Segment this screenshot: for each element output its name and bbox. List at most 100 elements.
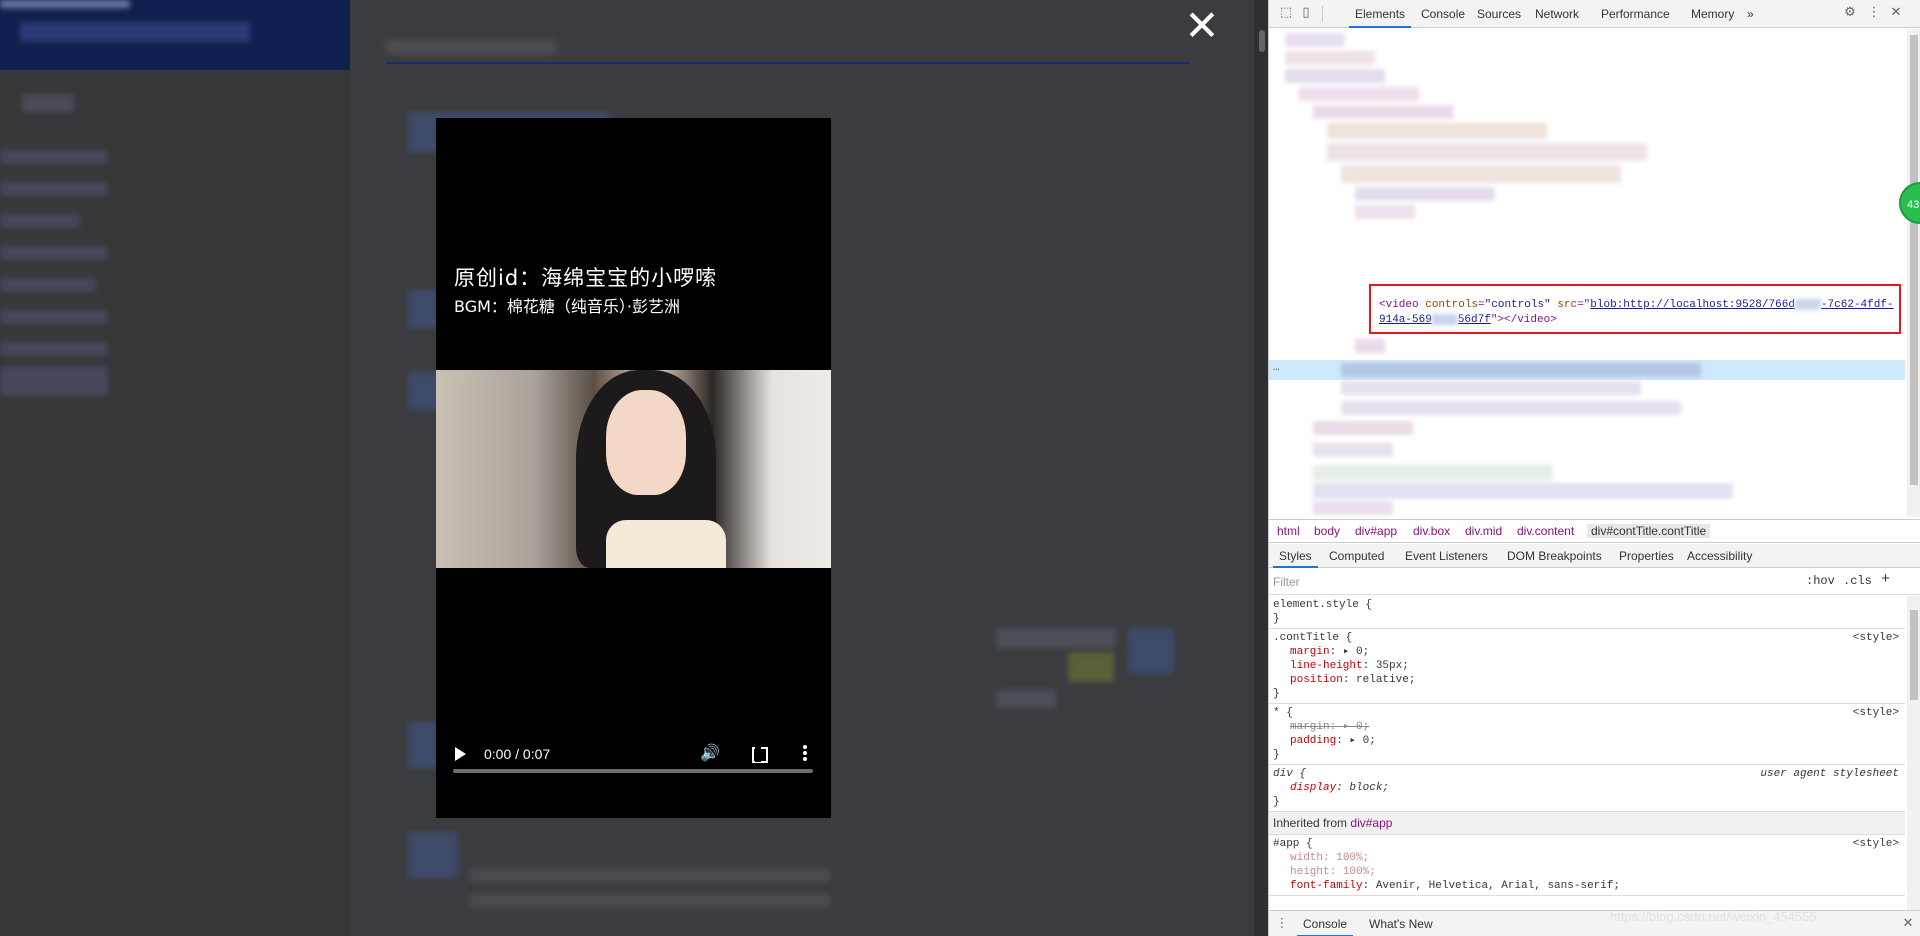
rule-source[interactable]: <style> [1853,837,1899,851]
css-property-overridden[interactable]: margin: ▸ 0; [1273,720,1905,734]
rule-source[interactable]: <style> [1853,631,1899,645]
more-tabs-icon[interactable]: » [1741,0,1760,28]
close-devtools-icon[interactable]: ✕ [1889,6,1903,20]
css-property[interactable]: margin: ▸ 0; [1273,645,1905,659]
dom-scrollbar-thumb[interactable] [1910,35,1918,485]
dom-node-blurred[interactable] [1355,187,1495,201]
tab-computed[interactable]: Computed [1323,544,1390,568]
dom-node-blurred[interactable] [1341,401,1681,415]
rule-source[interactable]: <style> [1853,706,1899,720]
dom-node-blurred[interactable] [1341,381,1641,395]
dom-node-blurred[interactable] [1327,143,1647,161]
crumb-div-content[interactable]: div.content [1517,524,1574,538]
css-property-inherited[interactable]: height: 100%; [1273,865,1905,879]
sidebar-item[interactable] [0,342,108,356]
dom-node-blurred[interactable] [1299,87,1419,101]
sidebar-item[interactable] [0,310,108,324]
dom-node-blurred[interactable] [1355,205,1415,219]
css-property-name: width [1290,852,1324,864]
dom-node-blurred[interactable] [1313,501,1393,515]
tab-styles[interactable]: Styles [1273,544,1318,568]
element-style-rule[interactable]: element.style { } [1269,596,1905,629]
page-scrollbar[interactable] [1254,0,1268,936]
drawer-menu-icon[interactable]: ⋮ [1275,917,1289,931]
tab-network[interactable]: Network [1529,0,1585,28]
css-property[interactable]: line-height: 35px; [1273,659,1905,673]
dom-node-blurred[interactable] [1285,51,1375,65]
drawer-close-icon[interactable]: ✕ [1901,917,1915,931]
sidebar-item[interactable] [0,246,108,260]
play-icon[interactable] [454,743,468,763]
video-src-link[interactable]: blob:http://localhost:9528/766d [1590,299,1795,311]
tab-performance[interactable]: Performance [1595,0,1676,28]
dom-tree[interactable]: <video controls="controls" src="blob:htt… [1269,29,1905,517]
drawer-tab-console[interactable]: Console [1297,911,1354,936]
sidebar-item[interactable] [0,150,108,164]
tab-properties[interactable]: Properties [1613,544,1680,568]
tab-console[interactable]: Console [1415,0,1471,28]
css-property[interactable]: font-family: Avenir, Helvetica, Arial, s… [1273,879,1905,893]
more-options-icon[interactable] [802,743,808,763]
css-property[interactable]: display: block; [1273,781,1905,795]
dom-node-blurred[interactable] [1355,339,1385,353]
tab-sources[interactable]: Sources [1471,0,1527,28]
dom-node-blurred[interactable] [1327,123,1547,139]
tab-memory[interactable]: Memory [1685,0,1740,28]
dom-node-blurred[interactable] [1285,33,1345,47]
tab-accessibility[interactable]: Accessibility [1681,544,1758,568]
video-src-link-part2[interactable]: -7c62-4fdf- [1821,299,1894,311]
tab-elements[interactable]: Elements [1349,0,1412,28]
dom-node-blurred[interactable] [1313,483,1733,499]
volume-icon[interactable]: 🔊 [700,743,720,763]
new-rule-icon[interactable]: + [1881,571,1890,588]
css-rule-conttitle[interactable]: <style> .contTitle { margin: ▸ 0; line-h… [1269,629,1905,704]
rule-source: user agent stylesheet [1760,768,1899,780]
filter-input[interactable] [1273,572,1793,592]
tab-event-listeners[interactable]: Event Listeners [1399,544,1494,568]
sidebar-item[interactable] [0,278,96,292]
css-rule-universal[interactable]: <style> * { margin: ▸ 0; padding: ▸ 0; } [1269,704,1905,765]
crumb-div-conttitle[interactable]: div#contTitle.contTitle [1587,524,1711,538]
crumb-html[interactable]: html [1277,524,1300,538]
fullscreen-icon[interactable] [751,743,768,763]
video-src-link-part4[interactable]: 56d7f [1458,314,1491,326]
crumb-div-app[interactable]: div#app [1355,524,1397,538]
styles-scrollbar-thumb[interactable] [1910,610,1918,700]
dom-node-blurred[interactable] [1341,165,1621,183]
dom-node-blurred[interactable] [1285,69,1385,83]
sidebar-item[interactable] [0,366,108,396]
hov-toggle[interactable]: :hov [1806,574,1835,588]
drawer-tab-whats-new[interactable]: What's New [1363,911,1439,936]
device-toggle-icon[interactable]: ▯ [1299,6,1313,20]
video-src-link-part3[interactable]: 914a-569 [1379,314,1432,326]
css-property-inherited[interactable]: width: 100%; [1273,851,1905,865]
css-property[interactable]: padding: ▸ 0; [1273,734,1905,748]
video-element-node[interactable]: <video controls="controls" src="blob:htt… [1369,284,1901,334]
css-rule-div[interactable]: user agent stylesheet div { display: blo… [1269,765,1905,812]
dom-node-blurred[interactable] [1313,465,1553,481]
close-icon[interactable]: ✕ [1180,4,1224,48]
cls-toggle[interactable]: .cls [1843,574,1872,588]
sidebar-item[interactable] [0,214,80,228]
css-property[interactable]: position: relative; [1273,673,1905,687]
css-rule-app[interactable]: <style> #app { width: 100%; height: 100%… [1269,835,1905,896]
dom-node-blurred[interactable] [1341,363,1701,377]
sidebar-item[interactable] [22,94,74,112]
video-progress-bar[interactable] [453,769,813,773]
dom-node-blurred[interactable] [1313,421,1413,435]
tab-dom-breakpoints[interactable]: DOM Breakpoints [1501,544,1608,568]
gear-icon[interactable]: ⚙ [1843,6,1857,20]
crumb-div-box[interactable]: div.box [1413,524,1450,538]
dom-node-blurred[interactable] [1313,105,1453,119]
page-scrollbar-thumb[interactable] [1259,30,1265,52]
kebab-menu-icon[interactable]: ⋮ [1867,6,1881,20]
sidebar-item[interactable] [0,182,108,196]
crumb-div-mid[interactable]: div.mid [1465,524,1502,538]
video-player[interactable]: 原创id：海绵宝宝的小啰嗦 BGM：棉花糖（纯音乐）·彭艺洲 0:00 / 0:… [436,118,831,818]
header-logo-blurred [0,0,130,8]
dom-node-blurred[interactable] [1313,443,1393,457]
ellipsis-icon[interactable]: … [1273,362,1280,374]
crumb-body[interactable]: body [1314,524,1340,538]
inherited-from-link[interactable]: div#app [1350,816,1392,830]
inspect-icon[interactable]: ⬚ [1279,6,1293,20]
